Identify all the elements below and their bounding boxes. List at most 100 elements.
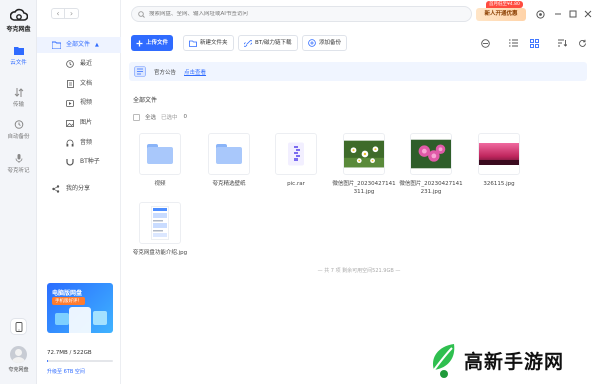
search-input[interactable] bbox=[149, 11, 471, 17]
folder-icon bbox=[51, 40, 61, 50]
tree-item-bt[interactable]: BT种子 bbox=[37, 154, 121, 170]
phone-icon bbox=[15, 322, 22, 332]
app-name: 夸克网盘 bbox=[6, 26, 31, 33]
folder-icon bbox=[13, 47, 24, 55]
add-backup-button[interactable]: 添加备份 bbox=[302, 35, 348, 51]
upgrade-storage-link[interactable]: 升级至 6TB 空间 bbox=[47, 368, 85, 375]
file-item[interactable]: 微信图片_20230427141311.jpg bbox=[331, 133, 397, 196]
breadcrumb[interactable]: 全部文件 bbox=[133, 95, 157, 104]
list-view-icon[interactable] bbox=[508, 38, 518, 48]
tree-item-recent[interactable]: 最近 bbox=[37, 56, 121, 72]
daisy-photo-icon bbox=[344, 140, 384, 168]
rail-item-label: 传输 bbox=[12, 102, 24, 108]
tree-item-label: 我的分享 bbox=[66, 185, 91, 192]
rail-item-notes[interactable]: 夸克听记 bbox=[0, 154, 37, 174]
announcement-link[interactable]: 点击查看 bbox=[184, 68, 206, 76]
tree-item-docs[interactable]: 文档 bbox=[37, 76, 121, 92]
share-icon bbox=[51, 184, 61, 194]
vip-button[interactable]: 新人开通优惠 bbox=[476, 8, 526, 21]
magnet-icon bbox=[65, 157, 75, 167]
file-name: 视频 bbox=[154, 181, 166, 187]
tree-item-label: 文档 bbox=[80, 80, 93, 87]
pink-flower-photo-icon bbox=[411, 139, 451, 169]
file-item[interactable]: pic.rar bbox=[263, 133, 329, 188]
bt-download-button[interactable]: BT/磁力链下载 bbox=[238, 35, 298, 51]
back-button[interactable]: ‹ bbox=[51, 8, 65, 19]
refresh-icon[interactable] bbox=[577, 38, 587, 48]
file-item[interactable]: 326115.jpg bbox=[466, 133, 532, 188]
announcement-icon bbox=[134, 66, 146, 77]
announcement-label: 官方公告 bbox=[154, 69, 177, 76]
storage-bar bbox=[47, 360, 113, 362]
mobile-app-button[interactable] bbox=[10, 318, 27, 335]
file-item[interactable]: 夸克精选壁纸 bbox=[196, 133, 262, 188]
quark-drive-window: 夸克网盘 云文件 传输 自动备份 夸克听记 夸克网盘 ‹ › 全部文件 ▲ 最近… bbox=[0, 0, 600, 384]
sort-icon[interactable] bbox=[557, 38, 567, 48]
link-icon bbox=[244, 39, 252, 47]
tree-item-audio[interactable]: 音频 bbox=[37, 135, 121, 151]
select-all-checkbox[interactable] bbox=[133, 113, 140, 121]
rail-item-label: 夸克听记 bbox=[7, 168, 30, 174]
file-name: 夸克网盘功能介绍.jpg bbox=[132, 250, 188, 256]
promo-banner[interactable]: 电脑版网盘 手机版好评！ bbox=[47, 283, 113, 333]
vip-promo-tag: 首月低至¥4.80 bbox=[486, 1, 523, 8]
filter-icon[interactable] bbox=[480, 38, 490, 48]
clock-icon bbox=[65, 59, 75, 69]
microphone-icon bbox=[15, 154, 22, 163]
file-thumbnail bbox=[139, 133, 181, 175]
leaf-logo-icon bbox=[432, 344, 455, 378]
file-item[interactable]: 夸克网盘功能介绍.jpg bbox=[127, 202, 193, 257]
select-all-label: 全选 bbox=[145, 115, 157, 121]
tree-item-video[interactable]: 视频 bbox=[37, 95, 121, 111]
upload-button[interactable]: 上传文件 bbox=[131, 35, 174, 51]
folder-icon bbox=[147, 144, 173, 164]
upload-label: 上传文件 bbox=[146, 40, 169, 46]
avatar[interactable] bbox=[10, 346, 27, 363]
tree-item-label: 音频 bbox=[80, 139, 93, 146]
settings-icon[interactable] bbox=[534, 8, 546, 20]
caret-up-icon[interactable]: ▲ bbox=[95, 37, 99, 53]
grid-view-icon[interactable] bbox=[529, 38, 539, 48]
document-icon bbox=[65, 79, 75, 89]
plus-icon bbox=[136, 40, 143, 47]
tree-item-share[interactable]: 我的分享 bbox=[37, 181, 121, 197]
rail-item-cloud[interactable]: 云文件 bbox=[0, 46, 37, 66]
tree-item-label: 全部文件 bbox=[66, 41, 91, 48]
select-all-row: 全选 已选中 0 bbox=[133, 113, 187, 121]
file-item[interactable]: 微信图片_20230427141231.jpg bbox=[398, 133, 464, 196]
search-icon bbox=[138, 10, 145, 18]
tree-item-all-files[interactable]: 全部文件 ▲ bbox=[37, 37, 121, 53]
cloud-logo-icon bbox=[9, 8, 28, 21]
promo-tag: 手机版好评！ bbox=[52, 297, 85, 305]
promo-phone-graphic bbox=[69, 307, 91, 333]
new-folder-button[interactable]: 新建文件夹 bbox=[183, 35, 234, 51]
folder-plus-icon bbox=[189, 40, 197, 47]
forward-button[interactable]: › bbox=[65, 8, 79, 19]
close-icon[interactable] bbox=[582, 8, 594, 20]
file-item[interactable]: 视频 bbox=[127, 133, 193, 188]
promo-card-left bbox=[55, 313, 69, 325]
history-nav: ‹ › bbox=[51, 8, 79, 19]
search-box[interactable] bbox=[131, 6, 472, 22]
rail-item-transfer[interactable]: 传输 bbox=[0, 88, 37, 108]
file-name: pic.rar bbox=[287, 181, 305, 187]
minimize-icon[interactable] bbox=[552, 8, 564, 20]
new-folder-label: 新建文件夹 bbox=[200, 40, 228, 46]
promo-card-right bbox=[93, 311, 107, 325]
rail-item-label: 自动备份 bbox=[7, 134, 30, 140]
image-icon bbox=[65, 118, 75, 128]
rail-item-label: 云文件 bbox=[10, 60, 27, 66]
backup-icon bbox=[14, 120, 23, 129]
folder-icon bbox=[216, 144, 242, 164]
maximize-icon[interactable] bbox=[567, 8, 579, 20]
user-label: 夸克网盘 bbox=[8, 367, 29, 373]
file-count-summary: — 共 7 项 剩余可用空间521.9GB — bbox=[317, 268, 401, 274]
announcement-bar: 官方公告 点击查看 bbox=[129, 62, 587, 81]
file-thumbnail bbox=[139, 202, 181, 244]
rail-item-backup[interactable]: 自动备份 bbox=[0, 120, 37, 140]
headphones-icon bbox=[65, 138, 75, 148]
tree-item-image[interactable]: 图片 bbox=[37, 115, 121, 131]
file-name: 夸克精选壁纸 bbox=[212, 181, 246, 187]
app-logo: 夸克网盘 bbox=[0, 8, 37, 33]
file-thumbnail bbox=[410, 133, 452, 175]
